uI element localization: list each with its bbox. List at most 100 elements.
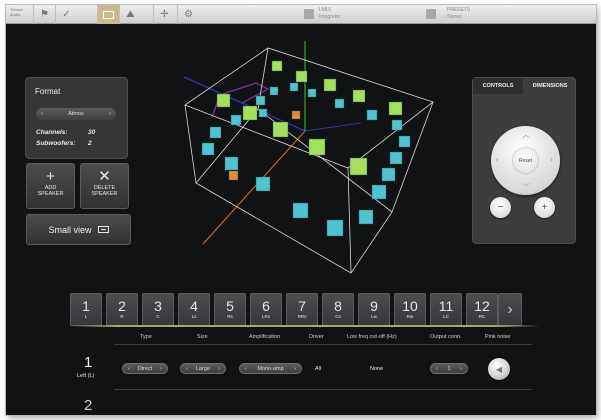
speaker-marker[interactable] <box>255 176 271 192</box>
window-icon <box>97 226 109 233</box>
row-channel-name: Left (L) <box>77 373 95 379</box>
speaker-marker[interactable] <box>269 86 279 96</box>
column-header-type: Type <box>140 334 152 340</box>
channel-button[interactable]: 10 Rw <box>394 293 426 326</box>
channels-label: Channels: <box>36 129 68 136</box>
speaker-marker[interactable] <box>209 126 222 139</box>
speaker-marker[interactable] <box>323 78 337 92</box>
channel-button[interactable]: 11 LC <box>430 293 462 326</box>
speaker-marker[interactable] <box>258 108 268 118</box>
channels-value: 30 <box>88 129 96 136</box>
chevron-left-icon[interactable]: ‹ <box>436 366 438 372</box>
speaker-marker[interactable] <box>295 70 308 83</box>
zoom-out-icon: − <box>497 202 504 213</box>
speaker-icon: ◀ <box>495 364 503 374</box>
chevron-right-icon[interactable]: › <box>498 293 522 326</box>
arrow-left-icon[interactable]: ‹ <box>496 155 499 164</box>
speaker-marker[interactable] <box>391 119 403 131</box>
amplification-select[interactable]: ‹ Mono-amp › <box>239 363 302 374</box>
column-header-low-freq: Low freq cut-off (Hz) <box>347 334 397 340</box>
speaker-marker[interactable] <box>230 114 242 126</box>
chevron-right-icon[interactable]: › <box>160 366 162 372</box>
speaker-marker[interactable] <box>334 98 345 109</box>
low-freq-value: None <box>370 366 384 372</box>
delete-speaker-button[interactable]: ✕ DELETE SPEAKER <box>80 163 129 209</box>
subwoofer-marker[interactable] <box>291 110 301 120</box>
speaker-marker[interactable] <box>389 151 403 165</box>
channel-button[interactable]: 9 Lw <box>358 293 390 326</box>
speaker-marker[interactable] <box>216 93 231 108</box>
tab-controls[interactable]: CONTROLS <box>473 78 523 94</box>
speaker-marker[interactable] <box>224 156 239 171</box>
channel-button[interactable]: 6 LRs <box>250 293 282 326</box>
channel-button[interactable]: 1L <box>70 293 102 326</box>
close-icon: ✕ <box>98 168 111 185</box>
tab-dimensions[interactable]: DIMENSIONS <box>523 78 577 94</box>
arrow-up-icon[interactable]: ︿ <box>522 129 530 140</box>
chevron-left-icon[interactable]: ‹ <box>128 366 130 372</box>
speaker-marker[interactable] <box>366 109 378 121</box>
divider <box>114 344 532 345</box>
arrow-down-icon[interactable]: ﹀ <box>522 182 530 193</box>
type-select[interactable]: ‹ Direct › <box>122 363 168 374</box>
chevron-right-icon[interactable]: › <box>294 366 296 372</box>
channel-button[interactable]: 3C <box>142 293 174 326</box>
row-number: 2 <box>84 397 93 414</box>
chevron-left-icon[interactable]: ‹ <box>245 366 247 372</box>
speakers <box>201 60 411 237</box>
pink-noise-button[interactable]: ◀ <box>488 358 510 380</box>
speaker-marker[interactable] <box>271 60 283 72</box>
channel-button[interactable]: 8 Cs <box>322 293 354 326</box>
column-header-output: Output conn. <box>430 334 462 340</box>
speaker-marker[interactable] <box>388 101 403 116</box>
small-view-button[interactable]: Small view <box>26 214 131 245</box>
channel-button[interactable]: 12 RC <box>466 293 498 326</box>
reset-button[interactable]: Reset <box>513 148 538 173</box>
speaker-marker[interactable] <box>381 167 396 182</box>
navigation-pad[interactable]: ︿ ﹀ ‹ › Reset <box>491 126 560 195</box>
format-selected-value: Atmos <box>68 111 84 117</box>
channel-strip: 1L 2R 3C 4 Ls 5 Rs 6 LRs 7 RRs 8 Cs 9 Lw 10 Rw <box>6 293 596 326</box>
add-speaker-button[interactable]: + ADD SPEAKER <box>26 163 75 209</box>
format-select[interactable]: ‹ Atmos › <box>36 108 116 120</box>
speaker-marker[interactable] <box>326 219 344 237</box>
chevron-right-icon[interactable]: › <box>218 366 220 372</box>
plus-icon: + <box>46 168 55 185</box>
speaker-marker[interactable] <box>255 95 266 106</box>
axis-x <box>202 130 306 245</box>
chevron-left-icon[interactable]: ‹ <box>41 111 43 117</box>
chevron-right-icon[interactable]: › <box>109 111 111 117</box>
app-window: Trinnov Audio ⚑ ✓ ⛰ ✛ ⚙ LMUI Integrator … <box>6 5 596 415</box>
speaker-marker[interactable] <box>201 142 215 156</box>
speaker-marker[interactable] <box>242 105 258 121</box>
speaker-marker[interactable] <box>349 157 368 176</box>
zoom-out-button[interactable]: − <box>490 197 511 218</box>
format-panel: Format ‹ Atmos › Channels: 30 Subwoofers… <box>25 77 128 159</box>
channel-button[interactable]: 4 Ls <box>178 293 210 326</box>
chevron-right-icon[interactable]: › <box>460 366 462 372</box>
speaker-marker[interactable] <box>398 135 411 148</box>
arrow-right-icon[interactable]: › <box>550 155 553 164</box>
controls-panel: CONTROLS DIMENSIONS ︿ ﹀ ‹ › Reset − + <box>472 77 576 244</box>
zoom-in-button[interactable]: + <box>534 197 555 218</box>
speaker-marker[interactable] <box>352 89 366 103</box>
column-header-amplification: Amplification <box>249 334 281 340</box>
column-header-size: Size <box>197 334 208 340</box>
speaker-marker[interactable] <box>308 138 326 156</box>
small-view-label: Small view <box>48 224 92 235</box>
divider <box>114 389 532 390</box>
speaker-marker[interactable] <box>371 184 387 200</box>
output-select[interactable]: ‹ 1 › <box>430 363 468 374</box>
speaker-marker[interactable] <box>272 121 289 138</box>
channel-button[interactable]: 7 RRs <box>286 293 318 326</box>
speaker-marker[interactable] <box>307 88 317 98</box>
subwoofers-value: 2 <box>88 140 92 147</box>
channel-button[interactable]: 5 Rs <box>214 293 246 326</box>
subwoofer-marker[interactable] <box>228 170 239 181</box>
chevron-left-icon[interactable]: ‹ <box>186 366 188 372</box>
speaker-marker[interactable] <box>292 202 309 219</box>
size-select[interactable]: ‹ Large › <box>180 363 226 374</box>
speaker-marker[interactable] <box>289 82 299 92</box>
speaker-marker[interactable] <box>358 209 374 225</box>
channel-button[interactable]: 2R <box>106 293 138 326</box>
